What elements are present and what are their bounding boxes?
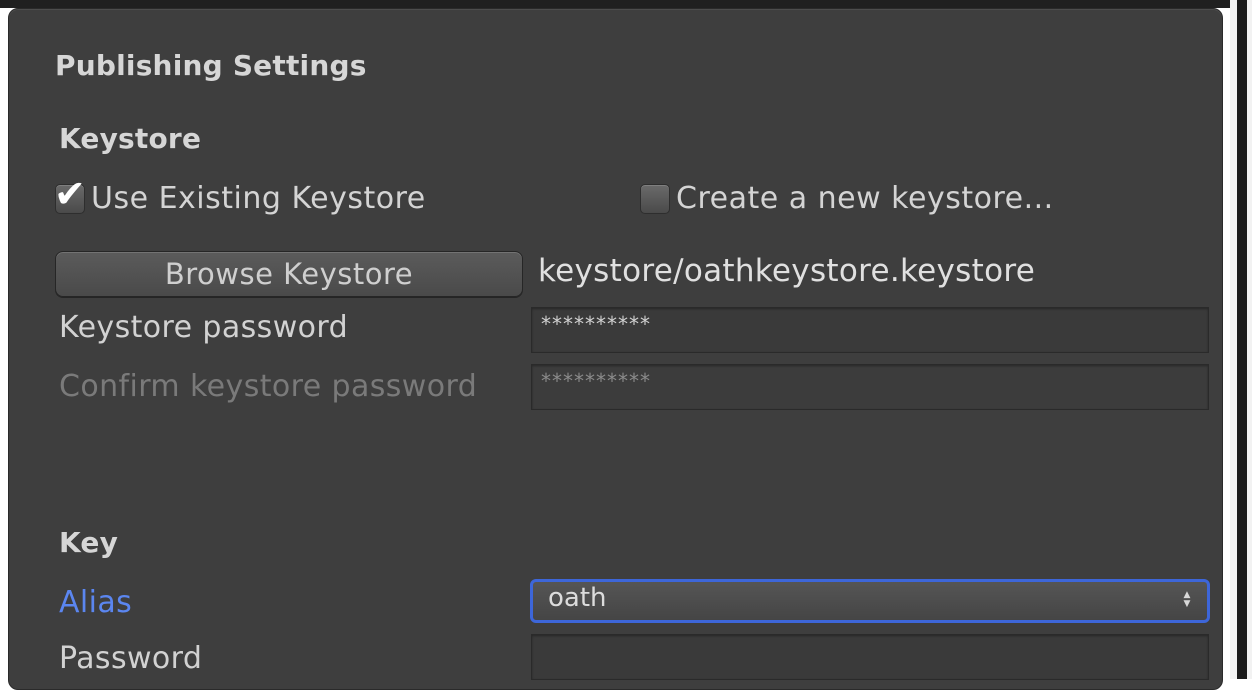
panel-title: Publishing Settings bbox=[55, 49, 367, 82]
create-new-keystore-option[interactable]: Create a new keystore... bbox=[640, 181, 1054, 216]
keystore-password-label: Keystore password bbox=[59, 310, 349, 345]
checkmark-icon: ✔ bbox=[54, 171, 87, 216]
use-existing-keystore-checkbox[interactable]: ✔ bbox=[54, 175, 86, 214]
alias-select[interactable]: oath ▲ ▼ bbox=[530, 579, 1210, 623]
alias-label: Alias bbox=[59, 585, 133, 620]
up-down-arrows-icon: ▲ ▼ bbox=[1183, 590, 1191, 609]
keystore-password-field[interactable]: ********** bbox=[531, 307, 1209, 353]
alias-value: oath bbox=[548, 583, 607, 613]
create-new-keystore-label: Create a new keystore... bbox=[676, 181, 1054, 216]
key-heading: Key bbox=[59, 526, 119, 559]
key-password-label: Password bbox=[59, 641, 203, 676]
keystore-path: keystore/oathkeystore.keystore bbox=[538, 253, 1036, 289]
use-existing-keystore-option[interactable]: ✔ Use Existing Keystore bbox=[54, 175, 426, 217]
publishing-settings-panel: Publishing Settings Keystore ✔ Use Exist… bbox=[8, 8, 1223, 690]
window-top-edge bbox=[0, 0, 1252, 8]
keystore-heading: Keystore bbox=[59, 122, 202, 155]
right-scroll-edge bbox=[1237, 0, 1247, 679]
confirm-keystore-password-field[interactable]: ********** bbox=[531, 364, 1209, 410]
use-existing-keystore-label: Use Existing Keystore bbox=[91, 181, 426, 216]
confirm-keystore-password-label: Confirm keystore password bbox=[59, 369, 478, 404]
key-password-field[interactable] bbox=[531, 634, 1209, 680]
create-new-keystore-checkbox[interactable] bbox=[640, 183, 670, 214]
browse-keystore-button[interactable]: Browse Keystore bbox=[55, 251, 523, 297]
